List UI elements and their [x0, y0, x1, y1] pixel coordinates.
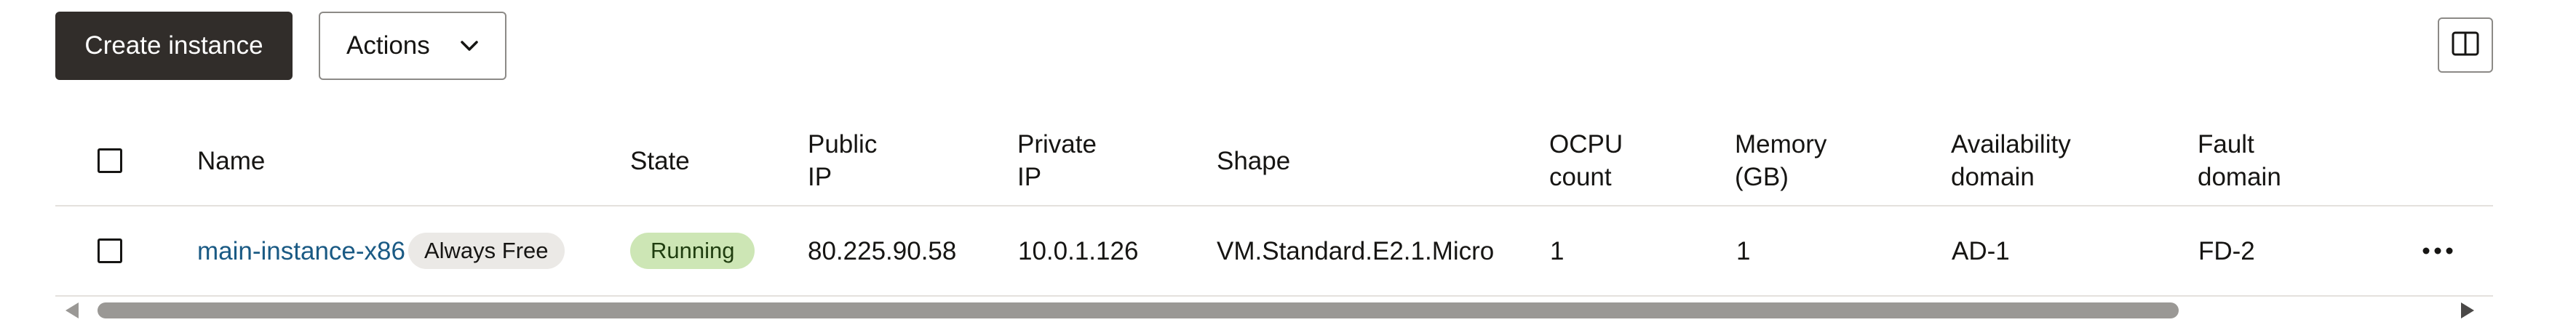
header-name[interactable]: Name: [197, 116, 265, 205]
status-badge: Running: [630, 233, 755, 269]
header-memory[interactable]: Memory (GB): [1735, 116, 1826, 205]
scrollbar-thumb[interactable]: [98, 302, 2179, 318]
row-state-cell: Running: [630, 206, 755, 295]
private-ip-value: 10.0.1.126: [1018, 236, 1139, 265]
instances-table: Name State Public IP Private IP Shape OC…: [55, 116, 2493, 297]
header-private-ip-label: Private IP: [1017, 130, 1097, 191]
header-public-ip-label: Public IP: [808, 130, 878, 191]
column-toggle-button[interactable]: [2438, 17, 2493, 73]
row-select-cell: [98, 206, 122, 295]
chevron-down-icon: [460, 40, 479, 52]
header-public-ip[interactable]: Public IP: [808, 116, 877, 205]
shape-value: VM.Standard.E2.1.Micro: [1217, 236, 1495, 265]
actions-label: Actions: [346, 31, 430, 60]
header-name-label: Name: [197, 146, 266, 175]
fault-domain-value: FD-2: [2198, 236, 2255, 265]
instance-name-link[interactable]: main-instance-x86: [197, 235, 405, 268]
scroll-right-arrow-icon[interactable]: [2461, 302, 2474, 318]
table-row: main-instance-x86 Always Free Running 80…: [55, 206, 2493, 297]
create-instance-button[interactable]: Create instance: [55, 12, 293, 80]
row-ocpu-cell: 1: [1550, 206, 1564, 295]
header-state[interactable]: State: [630, 116, 690, 205]
header-select-all-cell: [98, 116, 122, 205]
public-ip-value: 80.225.90.58: [808, 236, 957, 265]
always-free-tag: Always Free: [408, 233, 565, 269]
header-availability-domain-label: Availability domain: [1951, 130, 2071, 191]
header-private-ip[interactable]: Private IP: [1017, 116, 1097, 205]
availability-domain-value: AD-1: [1952, 236, 2010, 265]
row-checkbox[interactable]: [98, 238, 122, 263]
memory-value: 1: [1736, 236, 1751, 265]
columns-icon: [2451, 29, 2480, 62]
row-public-ip-cell: 80.225.90.58: [808, 206, 956, 295]
header-shape[interactable]: Shape: [1217, 116, 1290, 205]
horizontal-scrollbar[interactable]: [58, 297, 2493, 323]
header-fault-domain[interactable]: Fault domain: [2198, 116, 2281, 205]
toolbar: Create instance Actions: [55, 12, 506, 80]
header-fault-domain-label: Fault domain: [2198, 130, 2281, 191]
row-actions-cell: [2422, 206, 2454, 295]
row-fault-domain-cell: FD-2: [2198, 206, 2255, 295]
header-state-label: State: [630, 146, 690, 175]
row-memory-cell: 1: [1736, 206, 1750, 295]
header-ocpu-count[interactable]: OCPU count: [1549, 116, 1623, 205]
select-all-checkbox[interactable]: [98, 148, 122, 173]
row-name-cell: main-instance-x86 Always Free: [197, 206, 565, 295]
row-shape-cell: VM.Standard.E2.1.Micro: [1217, 206, 1494, 295]
row-private-ip-cell: 10.0.1.126: [1018, 206, 1138, 295]
header-ocpu-count-label: OCPU count: [1549, 130, 1623, 191]
scroll-left-arrow-icon[interactable]: [65, 302, 79, 318]
table-header-row: Name State Public IP Private IP Shape OC…: [55, 116, 2493, 206]
header-shape-label: Shape: [1217, 146, 1291, 175]
header-memory-label: Memory (GB): [1735, 130, 1827, 191]
ocpu-count-value: 1: [1550, 236, 1565, 265]
more-horizontal-icon[interactable]: [2422, 246, 2454, 255]
row-availability-domain-cell: AD-1: [1952, 206, 2010, 295]
header-availability-domain[interactable]: Availability domain: [1951, 116, 2071, 205]
actions-dropdown-button[interactable]: Actions: [319, 12, 506, 80]
